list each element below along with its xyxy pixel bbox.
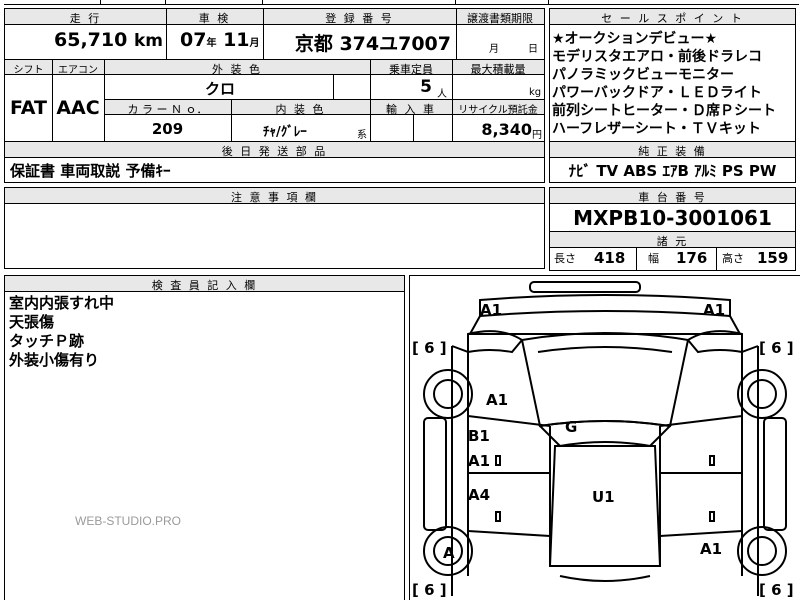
vehicle-info-table: 走 行 車 検 登 録 番 号 譲渡書類期限 65,710 km 07年 11月… [4,8,545,142]
recycle-label: リサイクル預託金 [458,105,538,116]
inspector-section: 検 査 員 記 入 欄 室内内張すれ中 天張傷 タッチＰ跡 外装小傷有り WEB… [4,275,405,600]
equipment-section: 純 正 装 備 ﾅﾋﾞ TV ABS ｴｱB ｱﾙﾐ PS PW [549,141,796,183]
mileage-unit: km [133,31,163,51]
notes-label: 注 意 事 項 欄 [231,191,318,204]
recycle-unit: 円 [532,130,542,141]
load-unit: kg [529,87,542,98]
inspection-year-unit: 年 [206,38,217,49]
inspection-month-unit: 月 [249,38,260,49]
inspector-line: 外装小傷有り [9,351,100,369]
chassis-label: 車 台 番 号 [638,191,707,204]
sales-point-line: パノラミックビューモニター [552,67,734,83]
shift-label: シフト [13,65,44,76]
sales-point-line: ハーフレザーシート・ＴＶキット [552,121,761,137]
top-partial-strip [0,0,800,6]
accessories-value: 保証書 車両取説 予備ｷｰ [10,162,171,180]
notes-section: 注 意 事 項 欄 [4,187,545,269]
tire-depth-fr: [ 6 ] [759,339,794,357]
inspector-line: タッチＰ跡 [9,332,85,350]
inspector-line: 天張傷 [9,313,55,331]
shift-value: FAT [10,97,47,119]
damage-roof: U1 [592,488,615,506]
interior-suffix: 系 [357,130,367,141]
sales-points-section: セ ー ル ス ポ イ ン ト ★オークションデビュー★ モデリスタエアロ・前後… [549,8,796,142]
capacity-label: 乗車定員 [389,63,433,76]
damage-rear-right: A1 [700,540,723,558]
sales-points-label: セ ー ル ス ポ イ ン ト [601,12,744,25]
damage-rear-door-left: A4 [468,486,491,504]
tire-depth-rr: [ 6 ] [759,581,794,599]
interior-color-label: 内 装 色 [275,103,326,116]
ac-label: エアコン [58,65,98,76]
mileage-label: 走 行 [69,12,102,25]
width-value: 176 [676,249,708,267]
accessories-label: 後 日 発 送 部 品 [221,145,328,158]
damage-front-door-left-2: A1 [468,452,491,470]
damage-diagram: A1 A1 [ 6 ] [ 6 ] [ 6 ] [ 6 ] A1 B1 A1 A… [409,275,800,600]
sales-point-line: ★オークションデビュー★ [552,31,718,47]
interior-color-value: ﾁｬ/ｸﾞﾚｰ [263,125,307,140]
equipment-value: ﾅﾋﾞ TV ABS ｴｱB ｱﾙﾐ PS PW [568,162,777,180]
sales-point-line: 前列シートヒーター・Ｄ席Ｐシート [552,103,776,119]
color-no-value: 209 [151,120,184,138]
import-label: 輸 入 車 [386,103,436,116]
chassis-value: MXPB10-3001061 [573,206,772,230]
recycle-value: 8,340 [481,120,532,139]
accessories-section: 後 日 発 送 部 品 保証書 車両取説 予備ｷｰ [4,141,545,183]
damage-front-left: A1 [480,301,503,319]
inspector-label: 検 査 員 記 入 欄 [151,279,258,292]
watermark: WEB-STUDIO.PRO [75,514,182,528]
max-load-label: 最大積載量 [470,63,526,76]
exterior-color-label: 外 装 色 [212,63,262,76]
specs-label: 諸 元 [656,235,689,248]
length-label: 長さ [554,252,576,265]
inspection-label: 車 検 [198,12,231,25]
height-label: 高さ [722,252,744,265]
plate-label: 登 録 番 号 [325,12,394,25]
chassis-section: 車 台 番 号 MXPB10-3001061 諸 元 長さ 418 幅 176 … [549,187,796,271]
transfer-month-unit: 月 [489,44,499,55]
plate-value: 京都 374ユ7007 [294,33,451,55]
sales-point-line: パワーバックドア・ＬＥＤライト [552,85,762,101]
exterior-color-value: クロ [205,80,236,98]
transfer-label: 譲渡書類期限 [467,12,533,25]
damage-front-right: A1 [703,301,726,319]
damage-rear-wheel-left: A [443,544,455,562]
length-value: 418 [594,249,626,267]
inspection-month: 11 [223,29,250,51]
inspection-year: 07 [180,29,207,51]
capacity-value: 5 [420,77,432,97]
equipment-label: 純 正 装 備 [638,145,707,158]
height-value: 159 [757,249,789,267]
transfer-day-unit: 日 [528,44,538,55]
ac-value: AAC [56,97,100,119]
damage-roof-front: G [565,418,578,436]
color-no-label: カ ラ ー Ｎ ｏ． [127,103,208,116]
damage-front-door-left-1: B1 [468,427,490,445]
tire-depth-fl: [ 6 ] [412,339,447,357]
sales-point-line: モデリスタエアロ・前後ドラレコ [552,49,762,65]
tire-depth-rl: [ 6 ] [412,581,447,599]
width-label: 幅 [648,252,659,265]
capacity-unit: 人 [437,89,447,100]
inspector-line: 室内内張すれ中 [9,294,115,312]
mileage-value: 65,710 [54,29,128,51]
damage-fender-left: A1 [486,391,509,409]
